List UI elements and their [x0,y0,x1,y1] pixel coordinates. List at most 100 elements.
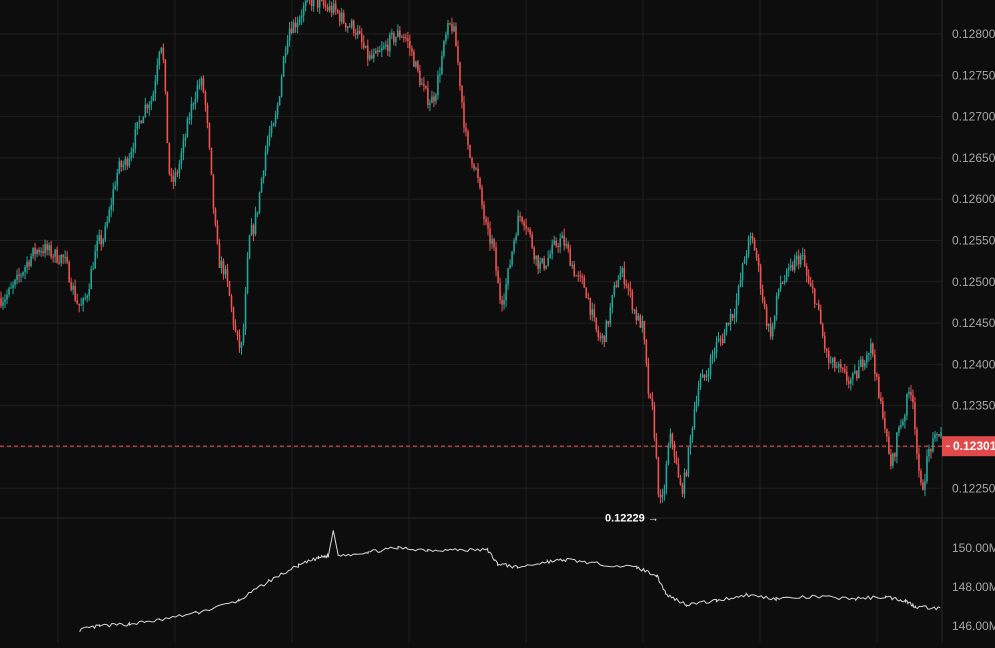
candle-body [194,98,197,104]
chart-area[interactable]: 0.12301 0.12229 → 0.12800 0.12750 0.12700 0… [0,0,995,643]
y-tick-label: 0.12700 [952,110,995,124]
price-chart-svg[interactable]: 0.12301 0.12229 → 0.128000.127500.127000… [0,0,995,643]
candle-body [423,83,425,86]
candle-body [657,457,660,495]
candle-body [94,251,97,269]
candle-body [643,321,646,340]
candle-body [509,264,511,269]
grid-lines [0,0,995,643]
candle-body [379,50,381,53]
candle-body [126,158,129,166]
candle-body [882,401,884,419]
candle-body [521,217,523,222]
candle-body [821,324,824,337]
candle-body [160,47,163,53]
candle-body [519,215,521,218]
candle-body [603,335,606,343]
candle-body [894,453,896,457]
candle-body [469,144,471,158]
candle-body [453,26,455,32]
candle-body [619,272,622,280]
candle-body [856,371,858,379]
candle-body [685,472,688,476]
candle-body [583,277,586,288]
candle-body [593,309,596,318]
candle-body [362,42,365,48]
candle-body [72,286,74,290]
candle-body [421,83,423,85]
candle-body [533,247,535,260]
candle-body [156,65,159,81]
candle-body [922,482,924,490]
candle-body [635,309,638,321]
candle-body [665,464,668,490]
candle-body [64,256,66,258]
candle-body [393,33,395,43]
candle-body [348,26,351,28]
candle-body [144,104,147,117]
candle-body [673,443,676,457]
candle-body [429,103,431,105]
candle-body [276,105,279,116]
candle-body [537,255,539,269]
candle-body [290,28,293,33]
candle-body [282,56,285,77]
candle-body [845,371,848,382]
candle-body [38,249,40,253]
candle-body [296,23,299,28]
candle-body [356,30,359,35]
candle-body [300,15,303,19]
candle-body [930,449,932,452]
candle-body [417,61,419,71]
candle-body [368,55,371,60]
candle-body [84,298,86,300]
candle-body [829,362,832,364]
candle-body [545,265,547,269]
candle-body [475,168,477,170]
candle-body [250,225,253,236]
candle-body [904,415,906,422]
candle-body [743,259,746,264]
candle-body [90,269,92,290]
candle-body [707,375,710,377]
candle-body [591,309,594,315]
candle-body [214,208,217,226]
candle-body [463,102,465,128]
candle-body [106,221,109,227]
candle-body [601,335,604,339]
candle-body [138,120,141,123]
candle-body [449,23,451,25]
candle-body [443,41,445,56]
candle-body [389,34,391,52]
candle-body [477,168,479,179]
candle-body [649,393,652,399]
candle-body [242,329,245,343]
candle-body [114,185,117,190]
candle-body [811,286,814,289]
candle-body [653,405,656,438]
candle-body [304,0,307,6]
candle-body [381,48,383,51]
candle-body [803,254,806,266]
candle-body [70,282,72,290]
candle-body [527,228,529,230]
candle-body [168,143,171,174]
candle-body [837,364,840,368]
candle-body [795,255,798,260]
candle-body [541,258,543,263]
indicator-series [79,530,941,632]
candle-body [898,427,900,433]
candle-body [575,275,578,277]
candle-body [354,33,357,35]
candle-body [56,249,58,263]
candle-body [330,6,333,13]
candle-body [751,236,754,240]
candle-body [815,303,818,305]
y-axis[interactable]: 0.12800 0.12750 0.12700 0.12650 0.12600 0.125… [952,27,995,633]
candle-body [202,78,205,92]
y-tick-label: 0.12450 [952,316,995,330]
candle-body [20,275,22,277]
candle-body [431,96,433,104]
candle-body [128,158,131,166]
candle-body [62,255,64,258]
